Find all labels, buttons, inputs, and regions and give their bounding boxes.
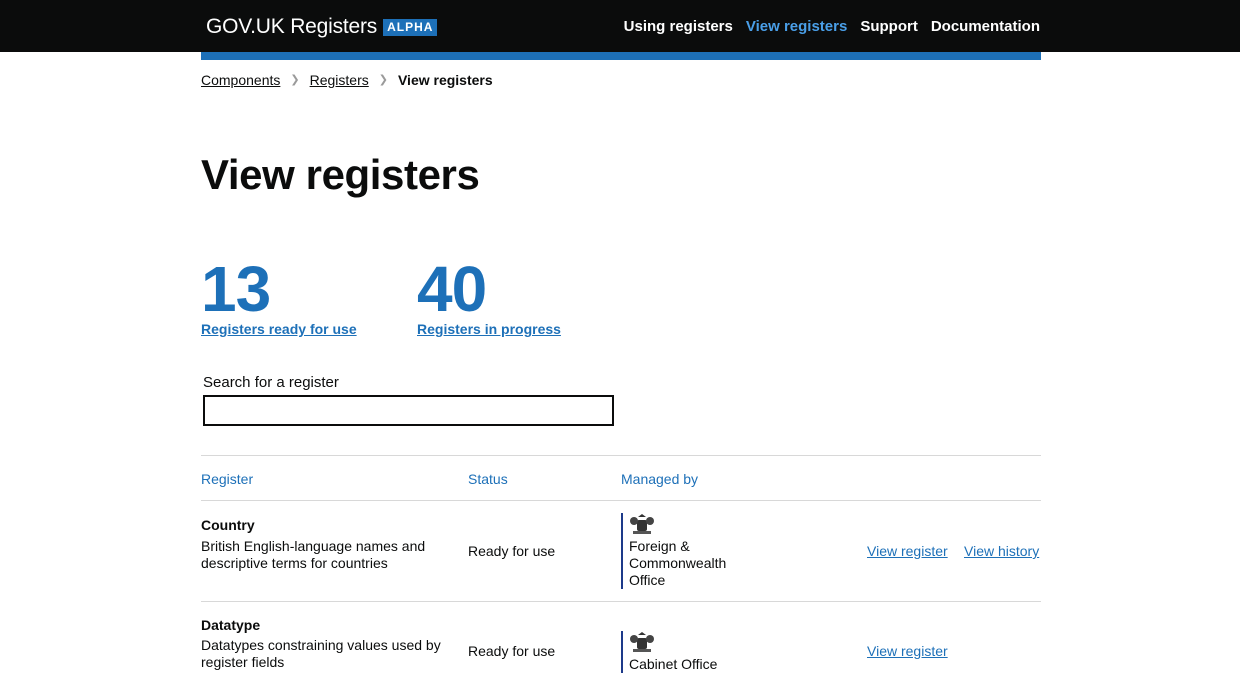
nav-support[interactable]: Support (860, 18, 918, 36)
stat-in-progress: 40 Registers in progress (417, 256, 561, 338)
table-row-rule (201, 601, 1041, 602)
organisation-name: Cabinet Office (629, 656, 718, 672)
breadcrumb-components[interactable]: Components (201, 71, 280, 89)
chevron-right-icon: ❯ (378, 74, 388, 86)
register-name: Datatype (201, 617, 261, 633)
stat-ready-count: 13 (201, 253, 271, 325)
header-nav: Using registers View registers Support D… (624, 18, 1040, 36)
stat-ready: 13 Registers ready for use (201, 256, 357, 338)
table-top-rule (201, 455, 1041, 456)
register-description: British English-language names and descr… (201, 538, 426, 571)
header-accent-bar (201, 52, 1041, 60)
phase-badge: ALPHA (383, 19, 438, 36)
column-header-register: Register (201, 471, 254, 487)
view-register-link[interactable]: View register (867, 642, 948, 660)
stat-in-progress-count: 40 (417, 253, 487, 325)
chevron-right-icon: ❯ (290, 74, 300, 86)
breadcrumb: Components ❯ Registers ❯ View registers (201, 71, 493, 89)
column-header-managed-by: Managed by (621, 471, 699, 487)
register-status: Ready for use (468, 643, 556, 659)
breadcrumb-registers[interactable]: Registers (310, 71, 369, 89)
managing-organisation: Cabinet Office (621, 631, 717, 673)
column-header-status: Status (468, 471, 508, 487)
nav-using-registers[interactable]: Using registers (624, 18, 733, 36)
search-input[interactable] (203, 395, 614, 426)
stat-ready-link[interactable]: Registers ready for use (201, 320, 357, 338)
organisation-name: Foreign & Commonwealth Office (629, 538, 727, 588)
view-history-link[interactable]: View history (964, 542, 1039, 560)
nav-documentation[interactable]: Documentation (931, 18, 1040, 36)
logo-text: GOV.UK Registers (206, 15, 378, 38)
managing-organisation: Foreign & Commonwealth Office (621, 513, 734, 589)
breadcrumb-current: View registers (397, 72, 493, 88)
royal-crest-icon (630, 632, 654, 652)
royal-crest-icon (630, 514, 654, 534)
search-label: Search for a register (203, 374, 339, 391)
view-register-link[interactable]: View register (867, 542, 948, 560)
register-status: Ready for use (468, 543, 556, 559)
nav-view-registers[interactable]: View registers (746, 18, 847, 36)
site-logo[interactable]: GOV.UK Registers ALPHA (206, 15, 438, 39)
site-header: GOV.UK Registers ALPHA Using registers Vi… (0, 0, 1240, 52)
page-title: View registers (201, 151, 480, 198)
register-description: Datatypes constraining values used by re… (201, 637, 441, 670)
stat-in-progress-link[interactable]: Registers in progress (417, 320, 561, 338)
register-name: Country (201, 517, 255, 533)
table-header-rule (201, 500, 1041, 501)
